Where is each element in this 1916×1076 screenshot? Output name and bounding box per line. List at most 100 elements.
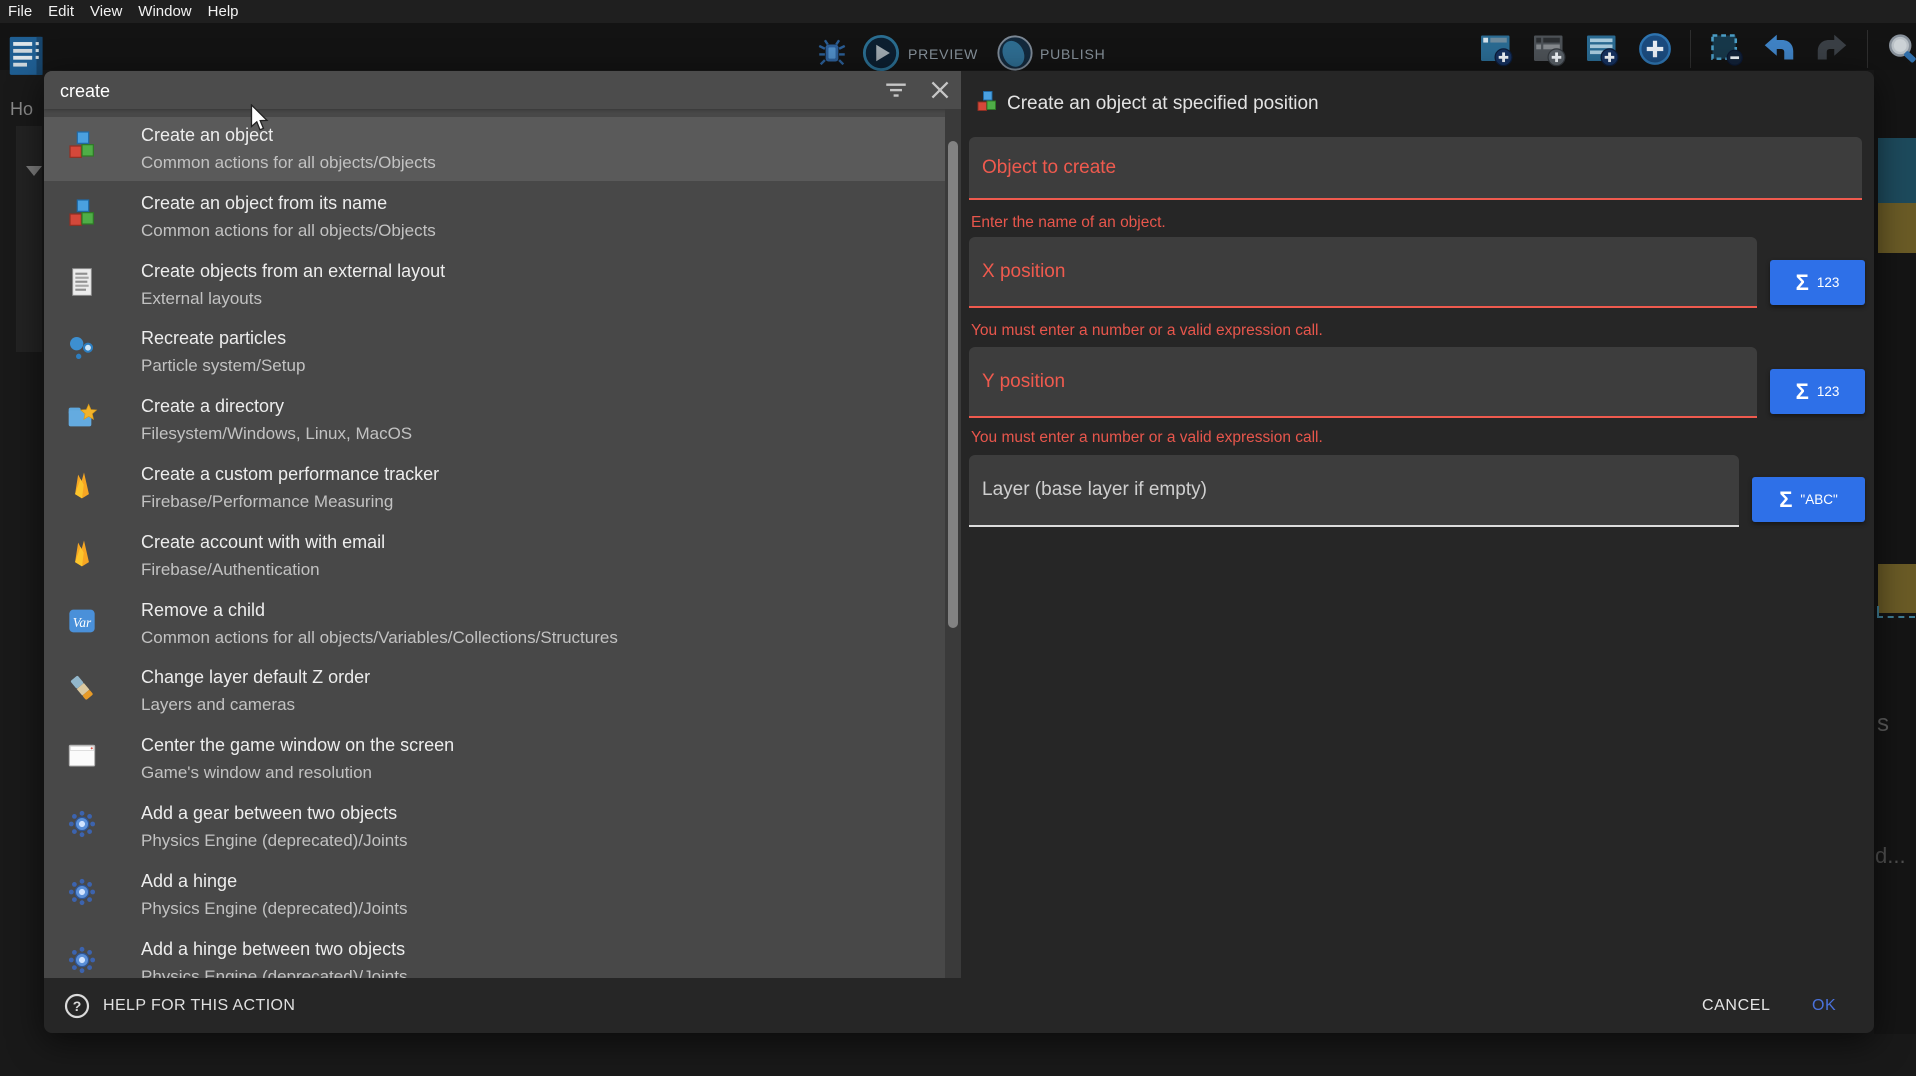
menu-help[interactable]: Help <box>208 3 239 20</box>
list-item-subtitle: Particle system/Setup <box>141 356 305 376</box>
list-item[interactable]: Recreate particles Particle system/Setup <box>44 320 945 384</box>
events-block-teal <box>1878 138 1916 203</box>
add-scene-icon[interactable] <box>1478 31 1514 67</box>
project-manager-icon[interactable] <box>8 33 46 77</box>
help-button[interactable]: ? HELP FOR THIS ACTION <box>64 978 295 1033</box>
list-item-subtitle: Firebase/Authentication <box>141 560 320 580</box>
y-position-field[interactable]: Y position <box>969 347 1757 418</box>
redo-icon[interactable] <box>1814 31 1850 67</box>
add-extension-icon[interactable] <box>1637 31 1673 67</box>
list-item[interactable]: Add a hinge between two objectsPhysics E… <box>44 931 945 978</box>
menu-view[interactable]: View <box>90 3 122 20</box>
list-item-title: Create a directory <box>141 396 284 417</box>
list-item-title: Create an object <box>141 125 273 146</box>
physics-joint-icon <box>66 876 98 908</box>
preview-button[interactable]: PREVIEW <box>908 46 978 62</box>
events-block-olive <box>1878 203 1916 253</box>
sigma-icon: Σ <box>1796 272 1809 294</box>
action-parameters-panel: Create an object at specified position O… <box>961 71 1874 978</box>
undo-icon[interactable] <box>1761 31 1797 67</box>
list-item-subtitle: Physics Engine (deprecated)/Joints <box>141 899 407 919</box>
list-item-title: Change layer default Z order <box>141 667 370 688</box>
layer-expression-button[interactable]: Σ "ABC" <box>1752 477 1865 522</box>
list-item[interactable]: Create a directory Filesystem/Windows, Li… <box>44 388 945 452</box>
layer-label: Layer (base layer if empty) <box>982 479 1207 501</box>
expression-type-label: 123 <box>1817 275 1840 290</box>
y-position-expression-button[interactable]: Σ123 <box>1770 369 1865 414</box>
game-window-icon <box>66 740 98 772</box>
sigma-icon: Σ <box>1779 489 1792 511</box>
menu-edit[interactable]: Edit <box>48 3 74 20</box>
list-item[interactable]: Var Remove a child Common actions for all … <box>44 592 945 656</box>
list-item-subtitle: Common actions for all objects/Objects <box>141 221 436 241</box>
scrollbar-thumb[interactable] <box>948 141 958 628</box>
deselect-instances-icon[interactable] <box>1708 31 1744 67</box>
expression-type-label: "ABC" <box>1800 492 1837 507</box>
close-icon[interactable] <box>927 77 953 103</box>
variable-icon: Var <box>66 605 98 637</box>
list-item[interactable]: Add a hinge Physics Engine (deprecated)/J… <box>44 863 945 927</box>
toolbar-divider <box>1867 30 1868 68</box>
search-icon[interactable] <box>1885 31 1916 67</box>
sigma-icon: Σ <box>1796 381 1809 403</box>
list-item[interactable]: Create account with with email Firebase/A… <box>44 524 945 588</box>
list-item-subtitle: Common actions for all objects/Variables… <box>141 628 618 648</box>
list-item[interactable]: Add a gear between two objects Physics En… <box>44 795 945 859</box>
cancel-button[interactable]: CANCEL <box>1696 978 1777 1033</box>
list-item-title: Create account with with email <box>141 532 385 553</box>
debug-icon[interactable] <box>815 36 849 70</box>
filter-icon[interactable] <box>883 77 909 103</box>
layer-field[interactable]: Layer (base layer if empty) <box>969 455 1739 527</box>
edge-text-fragment: s <box>1877 710 1889 738</box>
menu-file[interactable]: File <box>8 3 32 20</box>
toolbar-right-icons <box>1478 30 1916 68</box>
preview-play-icon[interactable] <box>862 34 900 72</box>
page-title: Create an object at specified position <box>1007 93 1319 115</box>
edge-text-fragment: d... <box>1875 843 1906 869</box>
list-item[interactable]: Create objects from an external layout Ex… <box>44 253 945 317</box>
background-panel <box>16 126 42 352</box>
list-item-title: Add a gear between two objects <box>141 803 397 824</box>
instruction-editor-dialog: Create an object Common actions for all o… <box>44 71 1874 1033</box>
list-item-title: Remove a child <box>141 600 265 621</box>
list-item-subtitle: Filesystem/Windows, Linux, MacOS <box>141 424 412 444</box>
list-item-subtitle: External layouts <box>141 289 262 309</box>
toolbar: PREVIEW PUBLISH <box>0 23 1916 70</box>
external-layout-icon <box>66 266 98 298</box>
publish-sphere-icon[interactable] <box>996 34 1034 72</box>
y-position-label: Y position <box>982 371 1065 393</box>
particles-icon <box>66 333 98 365</box>
list-item-title: Add a hinge <box>141 871 237 892</box>
firebase-icon <box>66 469 98 501</box>
add-external-layout-icon[interactable] <box>1584 31 1620 67</box>
chevron-down-icon <box>26 166 42 176</box>
list-item[interactable]: Change layer default Z orderLayers and c… <box>44 659 945 723</box>
list-item-title: Create objects from an external layout <box>141 261 445 282</box>
help-label: HELP FOR THIS ACTION <box>103 997 295 1015</box>
search-input[interactable] <box>58 76 462 106</box>
list-item-subtitle: Physics Engine (deprecated)/Joints <box>141 831 407 851</box>
list-item[interactable]: Center the game window on the screenGame… <box>44 727 945 791</box>
publish-button[interactable]: PUBLISH <box>1040 46 1106 62</box>
object-to-create-error-text: Enter the name of an object. <box>971 214 1166 232</box>
physics-joint-icon <box>66 944 98 976</box>
ok-button[interactable]: OK <box>1806 978 1842 1033</box>
events-block-dashed-edge <box>1877 606 1915 618</box>
layer-z-order-icon <box>66 672 98 704</box>
list-item[interactable]: Create an object from its nameCommon act… <box>44 185 945 249</box>
home-tab-fragment: Ho <box>10 99 33 120</box>
object-to-create-field[interactable]: Object to create <box>969 137 1862 200</box>
list-item-title: Center the game window on the screen <box>141 735 454 756</box>
x-position-field[interactable]: X position <box>969 237 1757 308</box>
search-results-list: Create an object Common actions for all o… <box>44 109 961 978</box>
list-item[interactable]: Create an object Common actions for all o… <box>44 117 945 181</box>
list-item-title: Recreate particles <box>141 328 286 349</box>
list-item[interactable]: Create a custom performance trackerFireb… <box>44 456 945 520</box>
objects-cubes-icon <box>66 130 98 162</box>
object-to-create-label: Object to create <box>982 157 1116 179</box>
physics-joint-icon <box>66 808 98 840</box>
menu-window[interactable]: Window <box>138 3 191 20</box>
list-item-subtitle: Common actions for all objects/Objects <box>141 153 436 173</box>
x-position-expression-button[interactable]: Σ 123 <box>1770 260 1865 305</box>
add-external-events-icon[interactable] <box>1531 31 1567 67</box>
